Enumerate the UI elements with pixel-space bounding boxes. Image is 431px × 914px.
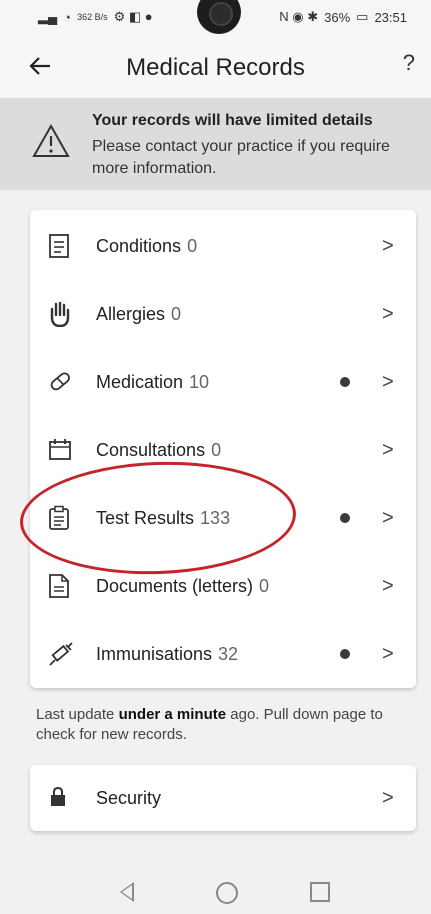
calendar-icon bbox=[48, 437, 74, 463]
status-bar: ▂▄ ◔ 362 B/s ⚙ ◧ ● N ◉ ✱ 36% ▭ 23:51 bbox=[0, 0, 431, 34]
security-label: Security bbox=[96, 787, 162, 808]
battery-percent: 36% bbox=[324, 9, 351, 25]
notification-icons: ⚙ ◧ ● bbox=[113, 9, 153, 24]
unread-dot bbox=[340, 649, 350, 659]
chevron-right-icon: > bbox=[382, 642, 394, 665]
app-bar: Medical Records ? bbox=[0, 34, 431, 98]
chevron-right-icon: > bbox=[382, 234, 394, 257]
banner-title: Your records will have limited details bbox=[92, 112, 373, 129]
unread-dot bbox=[340, 513, 350, 523]
record-item-label: Documents (letters) 0 bbox=[96, 575, 270, 596]
warning-icon bbox=[32, 124, 70, 158]
battery-icon: ▭ bbox=[356, 9, 369, 24]
record-item-label: Consultations 0 bbox=[96, 439, 222, 460]
hand-icon bbox=[48, 301, 74, 327]
front-camera bbox=[197, 0, 241, 34]
chevron-right-icon: > bbox=[382, 438, 394, 461]
phone-screen: ▂▄ ◔ 362 B/s ⚙ ◧ ● N ◉ ✱ 36% ▭ 23:51 Med… bbox=[0, 0, 431, 914]
record-item-immunisations[interactable]: Immunisations 32 > bbox=[30, 620, 416, 688]
chevron-right-icon: > bbox=[382, 506, 394, 529]
record-item-allergies[interactable]: Allergies 0 > bbox=[30, 280, 416, 348]
chevron-right-icon: > bbox=[382, 574, 394, 597]
document-icon bbox=[48, 573, 74, 599]
network-speed: 362 B/s bbox=[77, 12, 108, 22]
record-item-medication[interactable]: Medication 10 > bbox=[30, 348, 416, 416]
chevron-right-icon: > bbox=[382, 370, 394, 393]
records-card: Conditions 0 > Allergies 0 > Medication 10 … bbox=[30, 210, 416, 688]
signal-icon: ▂▄ bbox=[38, 9, 58, 24]
status-right: N ◉ ✱ 36% ▭ 23:51 bbox=[279, 9, 407, 25]
chevron-right-icon: > bbox=[382, 786, 394, 809]
nav-recents-icon[interactable] bbox=[310, 882, 330, 902]
record-item-label: Medication 10 bbox=[96, 371, 210, 392]
record-item-conditions[interactable]: Conditions 0 > bbox=[30, 212, 416, 280]
banner-body: Please contact your practice if you requ… bbox=[92, 138, 390, 177]
nav-home-icon[interactable] bbox=[216, 882, 238, 904]
security-item[interactable]: Security > bbox=[30, 765, 416, 831]
record-item-label: Conditions 0 bbox=[96, 235, 198, 256]
status-left: ▂▄ ◔ 362 B/s ⚙ ◧ ● bbox=[38, 9, 153, 25]
nfc-icon: N ◉ ✱ bbox=[279, 9, 319, 24]
pill-icon bbox=[48, 369, 74, 395]
last-update-note: Last update under a minute ago. Pull dow… bbox=[36, 706, 383, 743]
nav-back-icon[interactable] bbox=[120, 882, 134, 902]
chevron-right-icon: > bbox=[382, 302, 394, 325]
page-title: Medical Records bbox=[126, 54, 305, 81]
help-button[interactable]: ? bbox=[403, 50, 415, 76]
syringe-icon bbox=[48, 641, 74, 667]
system-nav-bar bbox=[0, 872, 431, 914]
document-list-icon bbox=[48, 233, 74, 259]
lock-icon bbox=[48, 785, 74, 811]
wifi-icon: ◔ bbox=[63, 9, 72, 25]
unread-dot bbox=[340, 377, 350, 387]
security-row: Security > bbox=[30, 765, 416, 831]
limited-details-banner: Your records will have limited details P… bbox=[0, 98, 431, 190]
record-item-label: Immunisations 32 bbox=[96, 643, 239, 664]
clock: 23:51 bbox=[374, 9, 407, 25]
record-item-label: Allergies 0 bbox=[96, 303, 182, 324]
